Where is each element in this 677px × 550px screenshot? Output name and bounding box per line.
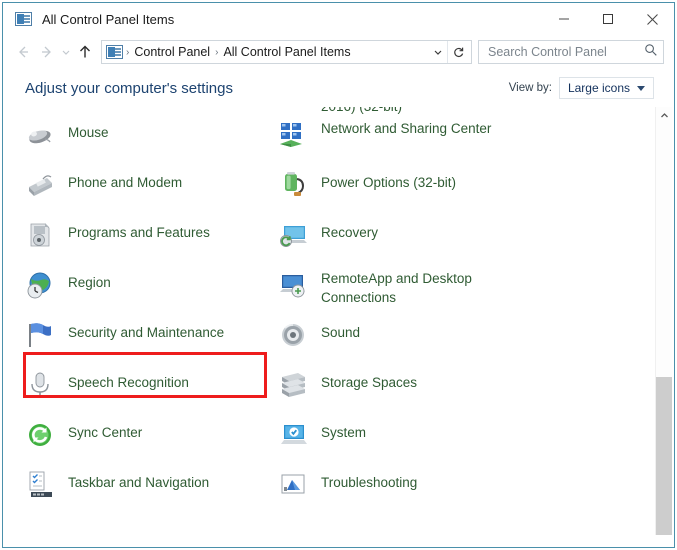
item-mouse[interactable]: Mouse xyxy=(25,115,278,165)
up-arrow-icon[interactable] xyxy=(73,40,97,64)
vertical-scrollbar[interactable] xyxy=(655,107,672,535)
item-label: Taskbar and Navigation xyxy=(68,475,210,490)
item-speech-recognition[interactable]: Speech Recognition xyxy=(25,365,278,415)
address-bar: › Control Panel › All Control Panel Item… xyxy=(3,35,674,69)
scrollbar-track[interactable] xyxy=(656,124,672,535)
breadcrumb-control-panel-icon xyxy=(106,45,123,59)
item-label: Region xyxy=(68,275,111,290)
recent-locations-icon[interactable] xyxy=(59,40,73,64)
power-options-icon xyxy=(278,170,308,200)
minimize-button[interactable] xyxy=(542,3,586,35)
item-label: Security and Maintenance xyxy=(68,325,225,340)
window-title: All Control Panel Items xyxy=(42,11,175,27)
item-security-and-maintenance[interactable]: Security and Maintenance xyxy=(25,315,278,365)
storage-spaces-icon xyxy=(278,370,308,400)
view-by-control: View by: Large icons xyxy=(509,77,654,99)
maximize-button[interactable] xyxy=(586,3,630,35)
clipped-item-left[interactable] xyxy=(25,107,278,115)
system-icon xyxy=(278,420,308,450)
view-by-label: View by: xyxy=(508,82,552,94)
close-button[interactable] xyxy=(630,3,674,35)
item-label: Phone and Modem xyxy=(68,175,183,190)
item-sound[interactable]: Sound xyxy=(278,315,654,365)
refresh-icon[interactable] xyxy=(447,41,469,63)
item-sync-center[interactable]: Sync Center xyxy=(25,415,278,465)
network-sharing-icon xyxy=(278,120,308,150)
chevron-down-icon[interactable] xyxy=(429,41,447,63)
item-troubleshooting[interactable]: Troubleshooting xyxy=(278,465,654,515)
region-icon xyxy=(25,270,55,300)
remoteapp-icon xyxy=(278,270,308,300)
phone-modem-icon xyxy=(25,170,55,200)
forward-arrow-icon[interactable] xyxy=(35,40,59,64)
item-label: Sync Center xyxy=(68,425,143,440)
item-label: Storage Spaces xyxy=(321,375,418,390)
item-label: Power Options (32-bit) xyxy=(321,175,457,190)
search-icon[interactable] xyxy=(644,43,658,62)
control-panel-window: All Control Panel Items › Control Panel … xyxy=(2,2,675,548)
items-grid: Mouse Network and Sharing Center Phone a… xyxy=(25,115,654,515)
item-label: RemoteApp and Desktop Connections xyxy=(321,271,472,305)
clipped-item-right[interactable]: 2016) (32-bit) xyxy=(278,107,654,115)
clipped-icon-left xyxy=(25,107,55,115)
page-title: Adjust your computer's settings xyxy=(25,79,233,97)
chevron-down-icon xyxy=(637,85,645,91)
programs-features-icon xyxy=(25,220,55,250)
troubleshooting-icon xyxy=(278,470,308,500)
item-recovery[interactable]: Recovery xyxy=(278,215,654,265)
breadcrumb[interactable]: › Control Panel › All Control Panel Item… xyxy=(101,40,472,64)
item-label: System xyxy=(321,425,367,440)
item-label: Network and Sharing Center xyxy=(321,121,492,136)
sound-icon xyxy=(278,320,308,350)
sync-center-icon xyxy=(25,420,55,450)
item-region[interactable]: Region xyxy=(25,265,278,315)
speech-recognition-icon xyxy=(25,370,55,400)
title-bar-left: All Control Panel Items xyxy=(3,12,542,27)
item-label: Speech Recognition xyxy=(68,375,189,390)
breadcrumb-item-control-panel[interactable]: Control Panel xyxy=(130,45,214,59)
item-programs-and-features[interactable]: Programs and Features xyxy=(25,215,278,265)
item-taskbar-and-navigation[interactable]: Taskbar and Navigation xyxy=(25,465,278,515)
control-panel-icon xyxy=(15,12,32,26)
control-panel-items-area: 2016) (32-bit) Mouse xyxy=(15,107,672,535)
header-strip: Adjust your computer's settings View by:… xyxy=(3,69,674,107)
item-label: Programs and Features xyxy=(68,225,210,240)
item-label: Recovery xyxy=(321,225,379,240)
item-label: Mouse xyxy=(68,125,109,140)
taskbar-navigation-icon xyxy=(25,470,55,500)
title-bar: All Control Panel Items xyxy=(3,3,674,35)
search-box[interactable] xyxy=(478,40,664,64)
view-by-value: Large icons xyxy=(567,81,630,95)
recovery-icon xyxy=(278,220,308,250)
breadcrumb-item-all-control-panel-items[interactable]: All Control Panel Items xyxy=(219,45,354,59)
item-remoteapp-and-desktop-connections[interactable]: RemoteApp and Desktop Connections xyxy=(278,265,654,315)
clipped-top-row: 2016) (32-bit) xyxy=(25,107,654,115)
mouse-icon xyxy=(25,120,55,150)
clipped-icon-right xyxy=(278,107,308,115)
security-maintenance-icon xyxy=(25,320,55,350)
item-label: Sound xyxy=(321,325,361,340)
items-scroll-content: 2016) (32-bit) Mouse xyxy=(15,107,654,515)
item-label: Troubleshooting xyxy=(321,475,418,490)
clipped-label-right: 2016) (32-bit) xyxy=(321,107,402,115)
scrollbar-thumb[interactable] xyxy=(656,377,672,535)
item-storage-spaces[interactable]: Storage Spaces xyxy=(278,365,654,415)
item-network-and-sharing-center[interactable]: Network and Sharing Center xyxy=(278,115,654,165)
item-power-options[interactable]: Power Options (32-bit) xyxy=(278,165,654,215)
window-controls xyxy=(542,3,674,35)
item-system[interactable]: System xyxy=(278,415,654,465)
back-arrow-icon[interactable] xyxy=(11,40,35,64)
search-input[interactable] xyxy=(486,44,644,60)
view-by-dropdown[interactable]: Large icons xyxy=(558,77,654,99)
item-phone-and-modem[interactable]: Phone and Modem xyxy=(25,165,278,215)
scroll-up-arrow-icon[interactable] xyxy=(656,107,672,124)
